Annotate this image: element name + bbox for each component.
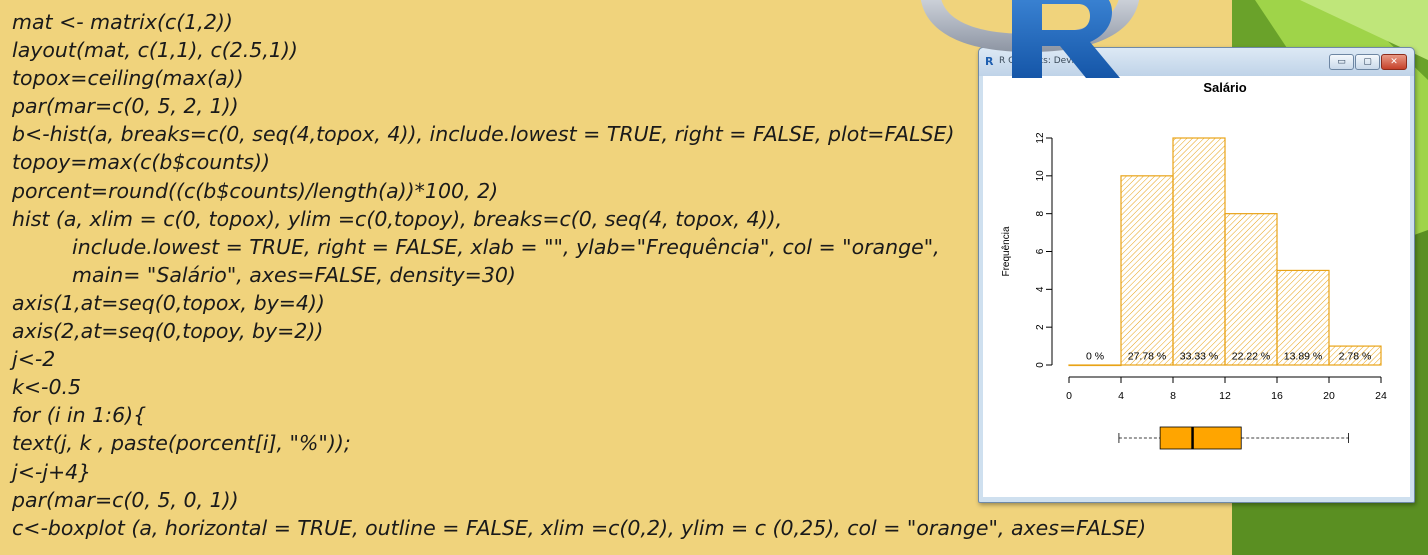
maximize-button[interactable]: ▢ (1355, 54, 1380, 70)
histogram-chart: Salário Frequência 0 % 27.78 % 33.33 % 22.22 … (1001, 80, 1387, 450)
code-line: porcent=round((c(b$counts)/length(a))*10… (12, 178, 499, 203)
r-graphics-window[interactable]: R R Graphics: Device 2 ▭ ▢ ✕ Salário Freq… (978, 47, 1415, 503)
y-axis-label: Frequência (1001, 226, 1012, 276)
code-line: j<-j+4} (12, 459, 92, 484)
code-line: for (i in 1:6){ (12, 403, 147, 428)
y-tick-label: 4 (1035, 286, 1046, 292)
bar-percent-label: 2.78 % (1339, 351, 1372, 363)
code-line: j<-2 (12, 347, 56, 372)
code-line: b<-hist(a, breaks=c(0, seq(4,topox, 4)),… (12, 122, 955, 147)
code-line: main= "Salário", axes=FALSE, density=30) (72, 262, 516, 287)
y-tick-label: 6 (1035, 248, 1046, 254)
code-line: axis(1,at=seq(0,topox, by=4)) (12, 290, 325, 315)
boxplot-box (1159, 426, 1242, 450)
code-line: hist (a, xlim = c(0, topox), ylim =c(0,t… (12, 206, 783, 231)
code-line: par(mar=c(0, 5, 0, 1)) (12, 487, 239, 512)
code-line: c<-boxplot (a, horizontal = TRUE, outlin… (12, 515, 1147, 540)
x-tick-label: 24 (1375, 390, 1387, 402)
code-line: topoy=max(c(b$counts)) (12, 150, 270, 175)
histogram-bar (1068, 364, 1122, 367)
bar-percent-label: 22.22 % (1232, 351, 1271, 363)
chart-title: Salário (1203, 80, 1246, 95)
histogram-bar (1172, 137, 1226, 366)
x-tick-label: 4 (1118, 390, 1124, 402)
histogram-bar (1120, 175, 1174, 366)
y-tick-label: 12 (1035, 132, 1046, 144)
x-tick-label: 0 (1066, 390, 1072, 402)
minimize-button[interactable]: ▭ (1329, 54, 1354, 70)
histogram-bar (1224, 213, 1278, 366)
bar-percent-label: 0 % (1086, 351, 1104, 363)
x-tick-label: 8 (1170, 390, 1176, 402)
y-tick-label: 8 (1035, 210, 1046, 216)
close-button[interactable]: ✕ (1381, 54, 1407, 70)
code-line: text(j, k , paste(porcent[i], "%")); (12, 431, 351, 456)
y-tick-label: 10 (1035, 170, 1046, 182)
slide: mat <- matrix(c(1,2)) layout(mat, c(1,1),… (0, 0, 1428, 555)
y-tick-label: 2 (1035, 324, 1046, 330)
x-tick-label: 16 (1271, 390, 1283, 402)
bar-percent-label: 13.89 % (1284, 351, 1323, 363)
code-line: axis(2,at=seq(0,topoy, by=2)) (12, 319, 324, 344)
x-tick-label: 12 (1219, 390, 1231, 402)
r-logo (920, 0, 1140, 78)
x-tick-label: 20 (1323, 390, 1335, 402)
y-tick-label: 0 (1035, 362, 1046, 368)
code-line: k<-0.5 (12, 375, 82, 400)
bar-percent-label: 27.78 % (1128, 351, 1167, 363)
code-line: include.lowest = TRUE, right = FALSE, xl… (72, 234, 940, 259)
bar-percent-label: 33.33 % (1180, 351, 1219, 363)
plot-area: Salário Frequência 0 % 27.78 % 33.33 % 22.22 … (983, 76, 1410, 497)
